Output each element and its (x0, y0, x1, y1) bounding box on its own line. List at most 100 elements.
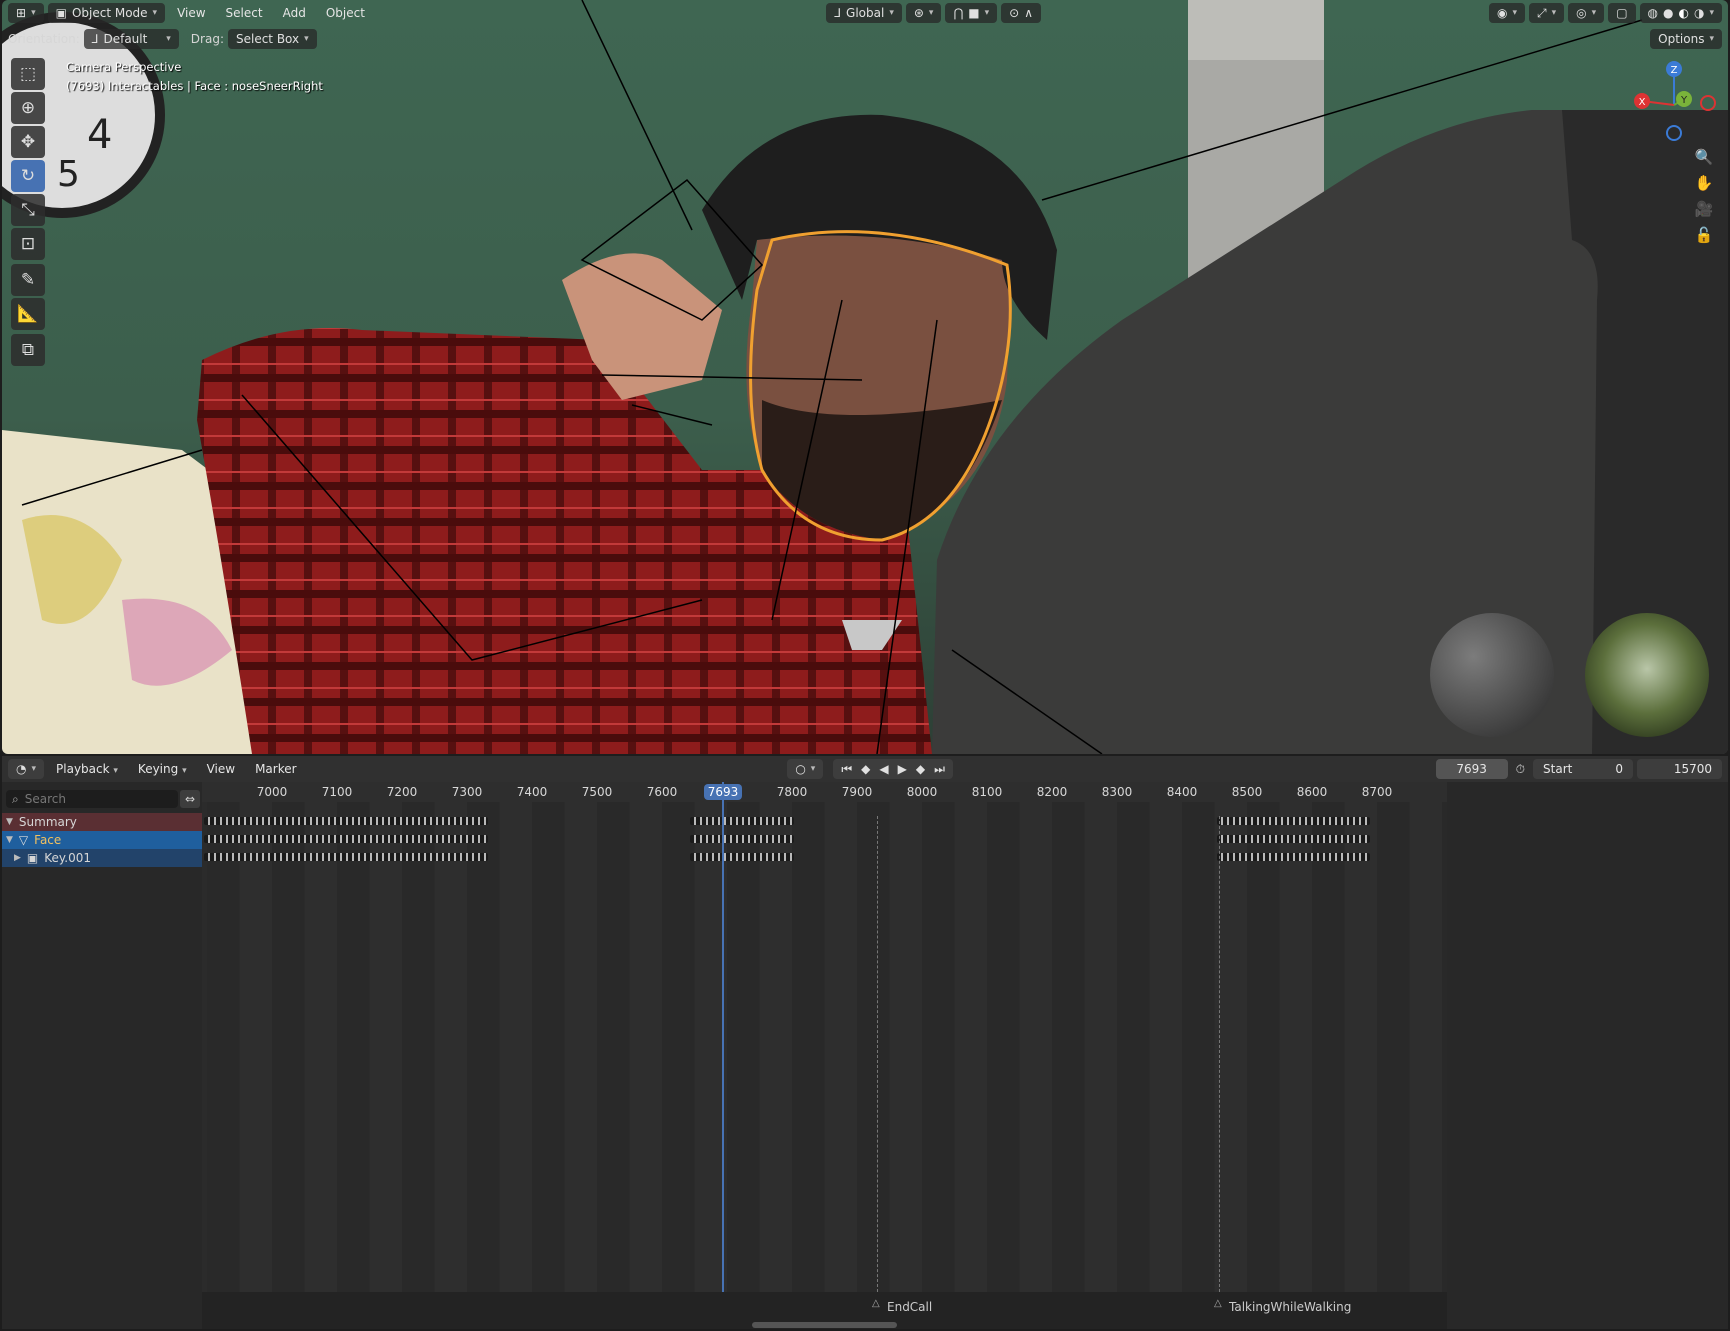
swap-icon[interactable]: ⇔ (180, 790, 200, 808)
marker-talking[interactable]: TalkingWhileWalking (1229, 1300, 1351, 1314)
menu-object[interactable]: Object (318, 6, 373, 20)
proportional-edit-toggle[interactable]: ⊙ ∧ (1001, 3, 1042, 23)
menu-select[interactable]: Select (218, 6, 271, 20)
channel-key[interactable]: ▶ ▣ Key.001 (2, 849, 202, 867)
lock-icon[interactable]: 🔓 (1691, 222, 1717, 248)
snap-toggle[interactable]: ⋂ ■ ▾ (945, 3, 998, 23)
hand-pan-icon[interactable]: ✋ (1691, 170, 1717, 196)
keyframe-block[interactable] (204, 817, 488, 825)
playback-controls: ⏮ ◆ ◀ ▶ ◆ ⏭ (833, 759, 953, 779)
keyframe-block[interactable] (1217, 853, 1370, 861)
visibility-selector[interactable]: ◉ ▾ (1489, 3, 1526, 23)
chevron-down-icon[interactable]: ▼ (6, 817, 13, 827)
transform-orientation-selector[interactable]: ⅃ Global ▾ (826, 3, 902, 23)
stopwatch-icon[interactable]: ⏱ (1516, 762, 1525, 777)
keyframe-region[interactable]: 7000 7100 7200 7300 7400 7500 7600 7800 … (202, 782, 1447, 1292)
annotate-icon[interactable]: ✎ (11, 264, 45, 296)
horizontal-scrollbar[interactable] (752, 1322, 897, 1328)
grid-line (954, 802, 988, 1292)
matcap-sphere[interactable] (1430, 613, 1554, 737)
marker-strip[interactable]: △ EndCall △ TalkingWhileWalking (202, 1292, 1447, 1329)
grid-line (1019, 802, 1053, 1292)
grid-line (1052, 802, 1084, 1292)
keyframe-block[interactable] (1217, 817, 1370, 825)
menu-playback[interactable]: Playback ▾ (48, 762, 126, 776)
hdri-preview-sphere[interactable] (1585, 613, 1709, 737)
auto-keying-toggle[interactable]: ○ ▾ (787, 759, 824, 779)
wireframe-shading-icon[interactable]: ◍ (1648, 6, 1658, 20)
menu-add[interactable]: Add (275, 6, 314, 20)
timeline-header: ◔ ▾ Playback ▾ Keying ▾ View Marker ○ ▾ ⏮ … (2, 756, 1728, 782)
add-cube-icon[interactable]: ⧉ (11, 334, 45, 366)
grid-line (922, 802, 954, 1292)
grid-line (792, 802, 824, 1292)
marker-triangle-icon[interactable]: △ (872, 1298, 880, 1309)
marker-endcall[interactable]: EndCall (887, 1300, 932, 1314)
cursor-icon[interactable]: ⊕ (11, 92, 45, 124)
zoom-icon[interactable]: 🔍 (1691, 144, 1717, 170)
chevron-right-icon[interactable]: ▶ (14, 853, 21, 863)
grid-line (662, 802, 694, 1292)
snap-target-icon: ■ (968, 6, 980, 20)
grid-line (824, 802, 858, 1292)
menu-marker[interactable]: Marker (247, 762, 304, 776)
viewport-header: ⊞ ▾ ▣ Object Mode ▾ View Select Add Object … (2, 0, 1728, 26)
xray-toggle[interactable]: ▢ (1608, 3, 1636, 23)
channel-summary[interactable]: ▼ Summary (2, 813, 202, 831)
prev-keyframe-icon[interactable]: ◆ (861, 762, 870, 776)
menu-view[interactable]: View (169, 6, 213, 20)
orientation-dropdown[interactable]: ⅃ Default ▾ (83, 29, 179, 49)
drag-dropdown[interactable]: Select Box ▾ (227, 29, 317, 49)
keyframe-block[interactable] (1217, 835, 1370, 843)
keyframe-block[interactable] (204, 853, 488, 861)
keyframe-block[interactable] (690, 835, 794, 843)
options-button[interactable]: Options ▾ (1650, 29, 1722, 49)
marker-triangle-icon[interactable]: △ (1214, 1298, 1222, 1309)
grid-line (1442, 802, 1447, 1292)
gizmo-z-label: Z (1671, 65, 1678, 76)
gizmo-toggle[interactable]: ⤢ ▾ (1529, 3, 1565, 23)
current-frame-field[interactable]: 7693 (1435, 759, 1508, 779)
chevron-down-icon[interactable]: ▼ (6, 835, 13, 845)
measure-icon[interactable]: 📐 (11, 298, 45, 330)
ruler-label: 8000 (906, 785, 938, 799)
shape-key-icon: ▣ (26, 851, 39, 865)
search-input[interactable]: ⌕ Search (6, 790, 178, 808)
mode-selector[interactable]: ▣ Object Mode ▾ (47, 3, 166, 23)
overlay-toggle[interactable]: ◎ ▾ (1568, 3, 1605, 23)
pivot-selector[interactable]: ⊛ ▾ (905, 3, 942, 23)
scale-icon[interactable]: ⤡ (11, 194, 45, 226)
editor-type-button[interactable]: ⊞ ▾ (8, 3, 44, 23)
menu-view[interactable]: View (199, 762, 243, 776)
editor-type-button[interactable]: ◔ ▾ (8, 759, 45, 779)
transform-icon[interactable]: ⊡ (11, 228, 45, 260)
jump-end-icon[interactable]: ⏭ (934, 762, 945, 777)
keyframe-block[interactable] (204, 835, 488, 843)
rotate-icon[interactable]: ↻ (11, 160, 45, 192)
channel-face[interactable]: ▼ ▽ Face (2, 831, 202, 849)
select-box-icon[interactable]: ⬚ (11, 58, 45, 90)
shading-modes[interactable]: ◍ ● ◐ ◑ ▾ (1639, 3, 1722, 23)
move-icon[interactable]: ✥ (11, 126, 45, 158)
jump-start-icon[interactable]: ⏮ (841, 762, 852, 777)
solid-shading-icon[interactable]: ● (1663, 6, 1673, 20)
grid-line (1182, 802, 1214, 1292)
frame-ruler[interactable]: 7000 7100 7200 7300 7400 7500 7600 7800 … (202, 782, 1447, 802)
play-icon[interactable]: ▶ (898, 762, 907, 776)
camera-icon[interactable]: 🎥 (1691, 196, 1717, 222)
playhead-frame-label[interactable]: 7693 (704, 784, 742, 800)
grid-line (1409, 802, 1443, 1292)
start-frame-field[interactable]: Start 0 (1533, 759, 1634, 779)
keyframe-block[interactable] (690, 853, 794, 861)
3d-viewport[interactable]: 4 5 ⊞ ▾ ▣ Object Mode ▾ View Select Add … (2, 0, 1728, 754)
rendered-shading-icon[interactable]: ◑ (1694, 6, 1704, 20)
navigation-gizmo[interactable]: Z X Y (1622, 55, 1722, 145)
next-keyframe-icon[interactable]: ◆ (916, 762, 925, 776)
playhead-line[interactable] (722, 782, 724, 1329)
play-reverse-icon[interactable]: ◀ (879, 762, 888, 776)
keyframe-block[interactable] (690, 817, 794, 825)
material-shading-icon[interactable]: ◐ (1679, 6, 1689, 20)
menu-keying[interactable]: Keying ▾ (130, 762, 195, 776)
end-frame-field[interactable]: 15700 (1637, 759, 1723, 779)
scene-render[interactable]: 4 5 (2, 0, 1728, 754)
